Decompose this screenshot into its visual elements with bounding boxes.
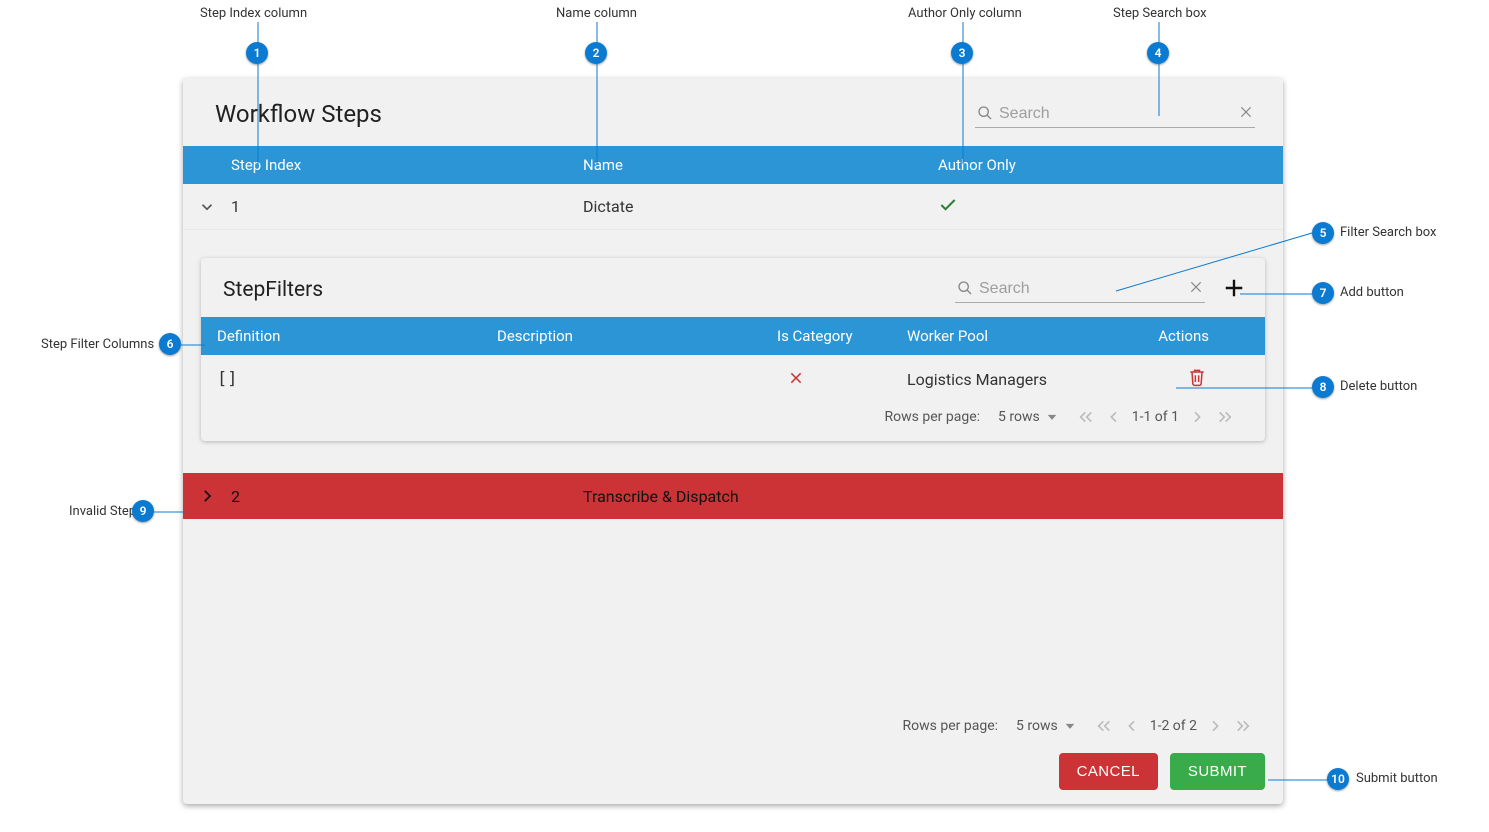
filter-worker-pool-value: Logistics Managers [907,370,1137,389]
filter-pagination: Rows per page: 5 rows 1-1 of 1 [201,403,1265,431]
chevron-down-icon[interactable] [183,198,231,216]
column-author-only[interactable]: Author Only [938,156,1283,174]
page-next-icon[interactable] [1207,718,1223,734]
filter-table-header: Definition Description Is Category Worke… [201,317,1265,355]
callout-label: Delete button [1340,379,1417,394]
callout-label: Invalid Step [69,504,136,519]
page-range: 1-2 of 2 [1150,718,1197,734]
page-prev-icon[interactable] [1124,718,1140,734]
callout-label: Add button [1340,285,1404,300]
rows-per-page-label: Rows per page: [903,718,998,734]
page-last-icon[interactable] [1233,718,1253,734]
rows-per-page-label: Rows per page: [885,409,980,425]
steps-pagination: Rows per page: 5 rows 1-2 of 2 [183,712,1283,740]
page-next-icon[interactable] [1189,409,1205,425]
callout-label: Name column [556,6,637,21]
callout-badge: 6 [159,333,181,355]
callout-badge: 5 [1312,222,1334,244]
callout-label: Step Search box [1113,6,1207,21]
step-filters-panel: StepFilters Definition Description Is Ca… [201,258,1265,441]
callout-badge: 8 [1312,376,1334,398]
filter-row[interactable]: [] Logistics Managers [201,355,1265,403]
search-icon [977,105,993,121]
step-row-2-invalid[interactable]: 2 Transcribe & Dispatch [183,473,1283,519]
callout-label: Author Only column [908,6,1022,21]
add-button[interactable] [1223,277,1245,303]
dropdown-icon [1046,411,1058,423]
page-first-icon[interactable] [1094,718,1114,734]
column-actions: Actions [1137,327,1249,345]
chevron-right-icon[interactable] [183,487,231,505]
delete-button[interactable] [1187,372,1207,391]
cancel-button[interactable]: CANCEL [1059,753,1158,790]
filter-search-input[interactable] [955,276,1205,303]
callout-badge: 10 [1327,768,1349,790]
panel-title: Workflow Steps [215,100,382,128]
close-icon[interactable] [1239,105,1253,119]
callout-label: Submit button [1356,771,1438,786]
step-filters-header: StepFilters [201,258,1265,317]
submit-button[interactable]: SUBMIT [1170,753,1265,790]
panel-header: Workflow Steps [183,78,1283,146]
workflow-steps-panel: Workflow Steps Step Index Name Author On… [183,78,1283,804]
callout-badge: 3 [951,42,973,64]
column-worker-pool[interactable]: Worker Pool [907,327,1137,345]
rows-per-page-select[interactable]: 5 rows [998,409,1058,425]
column-step-index[interactable]: Step Index [231,156,583,174]
step-name-value: Transcribe & Dispatch [583,487,938,506]
callout-label: Step Filter Columns [41,337,154,352]
is-category-false-icon [777,370,907,389]
callout-badge: 9 [132,500,154,522]
dropdown-icon [1064,720,1076,732]
callout-badge: 7 [1312,282,1334,304]
search-icon [957,280,973,296]
column-description[interactable]: Description [497,327,777,345]
page-first-icon[interactable] [1076,409,1096,425]
page-prev-icon[interactable] [1106,409,1122,425]
callout-badge: 2 [585,42,607,64]
column-is-category[interactable]: Is Category [777,327,907,345]
footer-buttons: CANCEL SUBMIT [1059,753,1265,790]
step-name-value: Dictate [583,197,938,216]
column-name[interactable]: Name [583,156,938,174]
step-search-input[interactable] [975,101,1255,128]
page-range: 1-1 of 1 [1132,409,1179,425]
step-index-value: 2 [231,487,583,506]
rows-per-page-select[interactable]: 5 rows [1016,718,1076,734]
step-row-1[interactable]: 1 Dictate [183,184,1283,230]
filter-definition-value: [] [217,369,497,389]
step-index-value: 1 [231,197,583,216]
close-icon[interactable] [1189,280,1203,294]
step-search-box[interactable] [975,101,1255,128]
page-last-icon[interactable] [1215,409,1235,425]
filter-search-box[interactable] [955,276,1205,303]
column-definition[interactable]: Definition [217,327,497,345]
callout-label: Filter Search box [1340,225,1436,240]
author-only-check-icon [938,195,1283,219]
callout-badge: 1 [246,42,268,64]
step-filters-title: StepFilters [223,278,323,302]
callout-badge: 4 [1147,42,1169,64]
steps-table-header: Step Index Name Author Only [183,146,1283,184]
callout-label: Step Index column [200,6,307,21]
